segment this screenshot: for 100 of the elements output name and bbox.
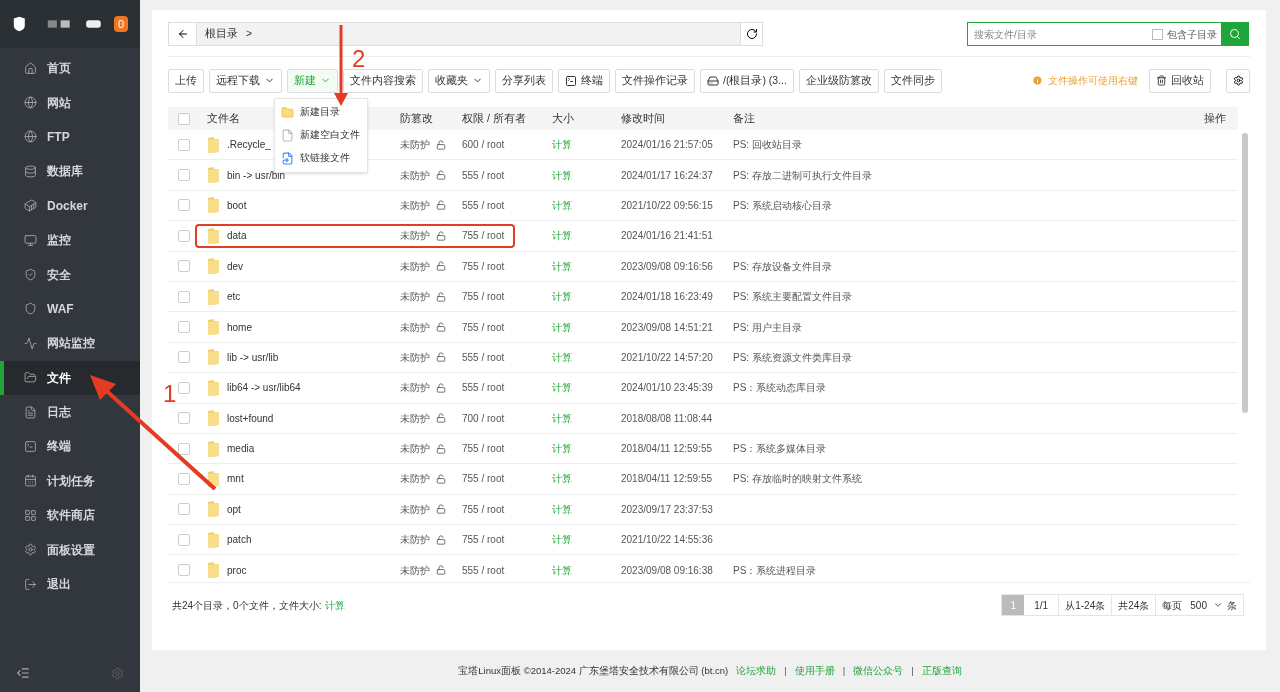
permission-cell[interactable]: 755 / root [462,289,552,305]
file-name[interactable]: proc [227,562,247,578]
scrollbar[interactable] [1242,133,1248,413]
file-name[interactable]: mnt [227,471,244,487]
column-header[interactable]: 权限 / 所有者 [462,110,552,127]
settings-icon[interactable] [111,666,124,680]
checkbox[interactable] [178,112,190,125]
permission-cell[interactable]: 755 / root [462,501,552,517]
file-name[interactable]: bin -> usr/bin [227,167,286,183]
checkbox[interactable] [1152,28,1163,40]
note-cell[interactable]: PS：系统进程目录 [733,562,817,578]
unlock-icon[interactable] [436,139,446,150]
permission-cell[interactable]: 555 / root [462,167,552,183]
permission-cell[interactable]: 555 / root [462,562,552,578]
sidebar-item[interactable]: 网站监控 [0,326,140,361]
file-name[interactable]: home [227,319,252,335]
unlock-icon[interactable] [436,261,446,272]
unlock-icon[interactable] [436,565,446,576]
permission-cell[interactable]: 755 / root [462,441,552,457]
note-cell[interactable]: PS: 系统资源文件类库目录 [733,349,852,365]
toolbar-button[interactable]: 企业级防篡改 [798,68,879,93]
file-name[interactable]: patch [227,532,252,548]
permission-cell[interactable]: 555 / root [462,197,552,213]
breadcrumb-item[interactable]: 根目录 [205,26,238,42]
permission-cell[interactable]: 700 / root [462,410,552,426]
sidebar-item[interactable]: 终端 [0,429,140,464]
toolbar-button[interactable]: /(根目录) (3... [700,68,794,93]
row-checkbox[interactable] [178,351,190,364]
unlock-icon[interactable] [436,413,446,424]
toolbar-button[interactable]: 收藏夹 [428,68,490,93]
search-input[interactable]: 搜索文件/目录 [968,26,1152,42]
permission-cell[interactable]: 755 / root [462,258,552,274]
toolbar-button[interactable]: 分享列表 [495,68,553,93]
permission-cell[interactable]: 555 / root [462,380,552,396]
menu-item[interactable]: 新建目录 [275,101,367,124]
row-checkbox[interactable] [178,533,190,546]
sidebar-item[interactable]: 数据库 [0,154,140,189]
file-name[interactable]: boot [227,197,247,213]
file-name[interactable]: data [227,228,247,244]
sidebar-item[interactable]: 安全 [0,257,140,292]
search-field[interactable]: 搜索文件/目录 包含子目录 [967,22,1249,46]
column-header[interactable]: 备注 [733,110,755,127]
settings-button[interactable] [1226,68,1250,93]
row-checkbox[interactable] [178,473,190,485]
sidebar-item[interactable]: 文件 [0,360,140,395]
per-page-select[interactable]: 500 [1186,597,1227,613]
file-name[interactable]: media [227,441,255,457]
unlock-icon[interactable] [436,443,446,454]
toolbar-button[interactable]: 终端 [558,68,610,93]
menu-item[interactable]: 新建空白文件 [275,124,367,147]
unlock-icon[interactable] [436,291,446,302]
file-name[interactable]: lost+found [227,410,274,426]
note-cell[interactable]: PS: 系统启动核心目录 [733,197,832,213]
row-checkbox[interactable] [178,412,190,425]
note-cell[interactable]: PS: 系统主要配置文件目录 [733,289,852,305]
recycle-bin-button[interactable]: 回收站 [1149,68,1211,93]
toolbar-button[interactable]: 文件内容搜索 [343,68,423,93]
sidebar-item[interactable]: 退出 [0,566,140,602]
row-checkbox[interactable] [178,564,190,577]
permission-cell[interactable]: 755 / root [462,319,552,335]
file-name[interactable]: .Recycle_ [227,137,271,153]
note-cell[interactable]: PS：系统动态库目录 [733,380,827,396]
row-checkbox[interactable] [178,138,190,151]
permission-cell[interactable]: 755 / root [462,228,552,244]
note-cell[interactable]: PS: 用户主目录 [733,319,802,335]
row-checkbox[interactable] [178,321,190,334]
toolbar-button[interactable]: 上传 [168,68,204,93]
note-cell[interactable]: PS: 回收站目录 [733,137,802,153]
checkbox-label[interactable]: 包含子目录 [1167,26,1217,42]
sidebar-item[interactable]: FTP [0,119,140,155]
permission-cell[interactable]: 555 / root [462,349,552,365]
unlock-icon[interactable] [436,230,446,241]
column-header[interactable]: 修改时间 [621,110,733,127]
toolbar-button[interactable]: 远程下载 [209,68,282,93]
note-cell[interactable]: PS: 存放临时的映射文件系统 [733,471,862,487]
sidebar-item[interactable]: WAF [0,291,140,327]
note-cell[interactable]: PS：系统多媒体目录 [733,441,827,457]
column-header[interactable]: 防篡改 [400,110,462,127]
unlock-icon[interactable] [436,322,446,333]
row-checkbox[interactable] [178,229,190,242]
search-button[interactable] [1221,23,1248,45]
sidebar-item[interactable]: 面板设置 [0,532,140,567]
column-header[interactable]: 操作 [1204,110,1226,127]
row-checkbox[interactable] [178,442,190,455]
unlock-icon[interactable] [436,352,446,363]
unlock-icon[interactable] [436,382,446,393]
sidebar-item[interactable]: 软件商店 [0,498,140,533]
toolbar-button[interactable]: 文件同步 [883,68,942,93]
sidebar-item[interactable]: 网站 [0,85,140,120]
row-checkbox[interactable] [178,260,190,273]
permission-cell[interactable]: 755 / root [462,471,552,487]
unlock-icon[interactable] [436,474,446,484]
sidebar-item[interactable]: 首页 [0,51,140,86]
file-name[interactable]: lib -> usr/lib [227,349,279,365]
permission-cell[interactable]: 600 / root [462,137,552,153]
unlock-icon[interactable] [436,534,446,545]
sidebar-item[interactable]: 监控 [0,222,140,258]
note-cell[interactable]: PS: 存放设备文件目录 [733,258,832,274]
sidebar-item[interactable]: 日志 [0,394,140,430]
toolbar-button[interactable]: 文件操作记录 [615,68,695,93]
